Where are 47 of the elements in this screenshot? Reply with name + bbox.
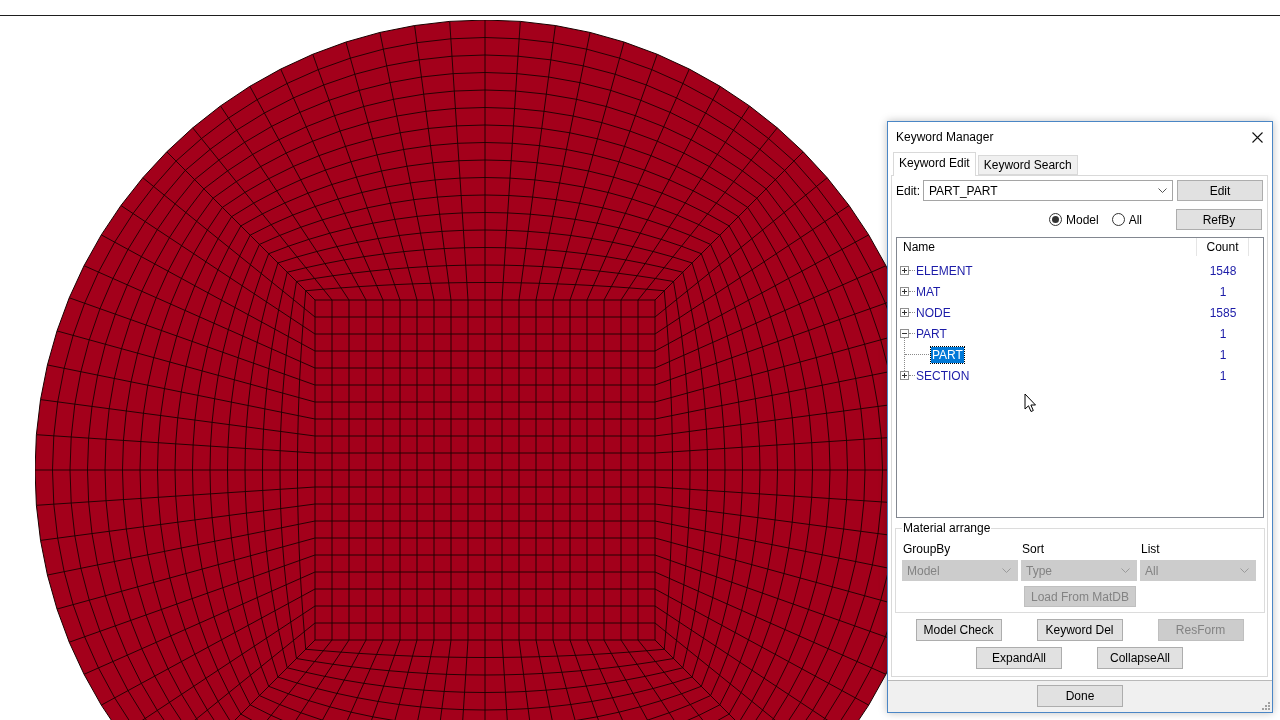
radio-option[interactable]: All [1111, 210, 1142, 229]
tree-item[interactable]: NODE [915, 304, 952, 321]
done-button[interactable]: Done [1037, 685, 1123, 707]
edit-button[interactable]: Edit [1177, 180, 1263, 201]
field-label: Edit: [896, 182, 921, 200]
close-icon [1251, 131, 1263, 143]
action-button[interactable]: ExpandAll [976, 647, 1062, 669]
tree-item[interactable]: PART [931, 346, 964, 363]
count-text: 1 [1219, 283, 1227, 301]
count-text: 1548 [1209, 262, 1237, 280]
field-label: Sort [1021, 542, 1044, 556]
tree-item[interactable]: PART [915, 325, 948, 342]
resize-grip-icon[interactable] [1262, 702, 1270, 710]
plus-box-icon[interactable] [900, 266, 909, 275]
action-button[interactable]: Keyword Del [1036, 619, 1123, 641]
plus-box-icon[interactable] [900, 371, 909, 380]
count-text: 1 [1219, 325, 1227, 343]
plus-box-icon[interactable] [900, 287, 909, 296]
column-header[interactable]: Count [1206, 238, 1239, 256]
radio-icon[interactable] [1111, 213, 1125, 226]
window-title: Keyword Manager [896, 129, 994, 146]
tree-item[interactable]: SECTION [915, 367, 971, 384]
plus-box-icon[interactable] [900, 308, 909, 317]
action-button[interactable]: CollapseAll [1097, 647, 1183, 669]
tree-item[interactable]: ELEMENT [915, 262, 974, 279]
tab[interactable]: Keyword Search [977, 155, 1078, 175]
field-label: List [1140, 542, 1160, 556]
count-text: 1585 [1209, 304, 1237, 322]
field-label: GroupBy [902, 542, 951, 556]
minus-box-icon[interactable] [900, 329, 909, 338]
edit-combobox[interactable]: PART_PART [923, 180, 1173, 201]
tab[interactable]: Keyword Edit [893, 152, 976, 176]
chevron-down-icon [1002, 568, 1011, 573]
radio-option[interactable]: Model [1048, 210, 1099, 229]
action-button[interactable]: Model Check [915, 619, 1002, 641]
column-header[interactable]: Name [903, 238, 935, 256]
refby-button[interactable]: RefBy [1176, 209, 1262, 230]
tree-item[interactable]: MAT [915, 283, 942, 300]
count-text: 1 [1219, 346, 1227, 364]
chevron-down-icon [1158, 188, 1167, 193]
group-title: Material arrange [902, 521, 992, 535]
chevron-down-icon [1240, 568, 1249, 573]
close-button[interactable] [1251, 131, 1263, 143]
radio-icon[interactable] [1048, 213, 1062, 226]
cursor-icon [1024, 393, 1037, 413]
count-text: 1 [1219, 367, 1227, 385]
chevron-down-icon [1121, 568, 1130, 573]
